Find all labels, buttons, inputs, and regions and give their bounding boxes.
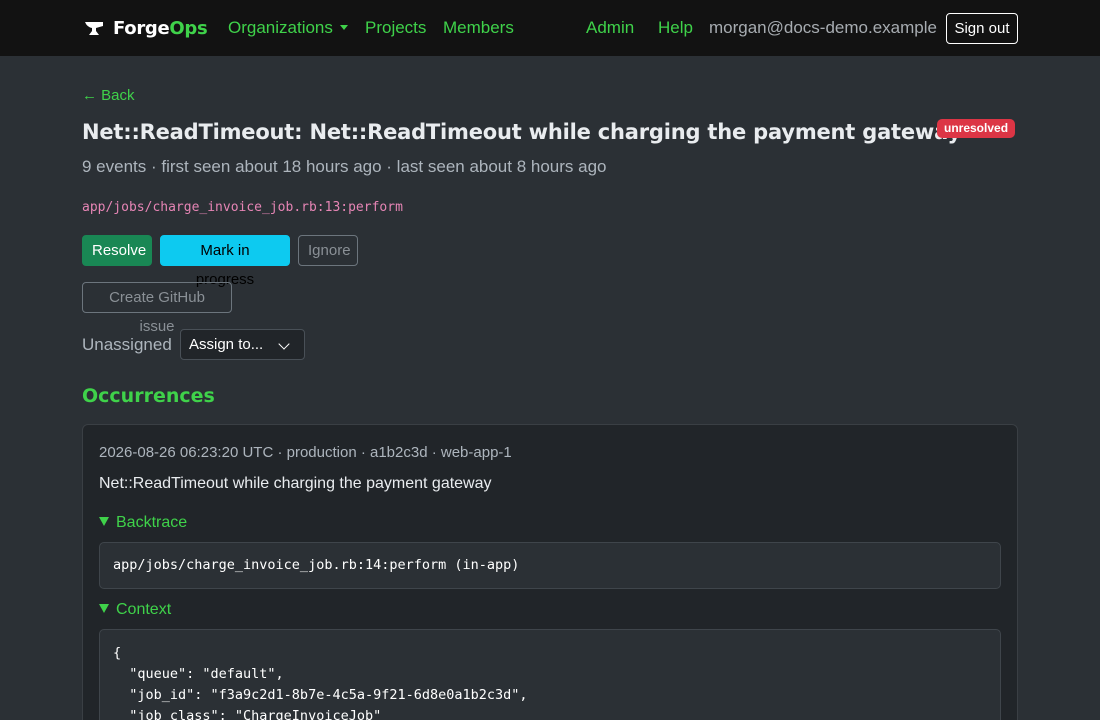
occurrence-message: Net::ReadTimeout while charging the paym…	[99, 475, 492, 492]
issue-meta: 9 events · first seen about 18 hours ago…	[82, 157, 607, 176]
disclosure-triangle-icon	[99, 604, 109, 613]
user-email: morgan@docs-demo.example	[709, 18, 937, 37]
nav-organizations-dropdown[interactable]: Organizations	[228, 18, 348, 38]
occurrences-heading: Occurrences	[82, 385, 215, 407]
nav-organizations-label: Organizations	[228, 18, 333, 37]
issue-location: app/jobs/charge_invoice_job.rb:13:perfor…	[82, 200, 403, 215]
sign-out-button[interactable]: Sign out	[946, 13, 1018, 44]
assign-select[interactable]: Assign to...	[180, 329, 305, 360]
disclosure-triangle-icon	[99, 517, 109, 526]
backtrace-block: app/jobs/charge_invoice_job.rb:14:perfor…	[99, 542, 1001, 589]
assign-select-value: Assign to...	[189, 336, 264, 353]
context-line: {	[113, 645, 122, 661]
context-toggle[interactable]: Context	[99, 600, 171, 620]
brand-name-accent: Ops	[169, 17, 208, 39]
nav-help[interactable]: Help	[658, 18, 693, 38]
nav-members[interactable]: Members	[443, 18, 514, 38]
nav-projects[interactable]: Projects	[365, 18, 426, 38]
brand-name-main: Forge	[113, 17, 170, 39]
occurrence-card: 2026-08-26 06:23:20 UTC · production · a…	[82, 424, 1018, 720]
back-link[interactable]: ← Back	[82, 87, 135, 105]
nav-admin[interactable]: Admin	[586, 18, 634, 38]
issue-title: Net::ReadTimeout: Net::ReadTimeout while…	[82, 120, 961, 144]
backtrace-label: Backtrace	[116, 514, 188, 531]
brand-logo[interactable]: ForgeOps	[84, 16, 208, 40]
top-navbar: ForgeOps Organizations Projects Members …	[0, 0, 1100, 56]
mark-in-progress-button[interactable]: Mark in progress	[160, 235, 290, 288]
backtrace-toggle[interactable]: Backtrace	[99, 513, 187, 533]
context-label: Context	[116, 601, 172, 618]
assignee-status: Unassigned	[82, 335, 172, 354]
anvil-icon	[85, 22, 103, 35]
occurrence-meta: 2026-08-26 06:23:20 UTC · production · a…	[99, 444, 512, 461]
caret-down-icon	[339, 25, 348, 30]
chevron-down-icon	[278, 338, 290, 350]
context-block: { "queue": "default", "job_id": "f3a9c2d…	[99, 629, 1001, 720]
context-line: "queue": "default",	[113, 666, 284, 682]
brand-name: ForgeOps	[113, 17, 208, 39]
context-line: "job_id": "f3a9c2d1-8b7e-4c5a-9f21-6d8e0…	[113, 687, 528, 703]
context-line: "job_class": "ChargeInvoiceJob"	[113, 708, 382, 720]
ignore-button[interactable]: Ignore	[298, 235, 358, 266]
create-github-issue-button[interactable]: Create GitHub issue	[82, 282, 232, 335]
resolve-button[interactable]: Resolve	[82, 235, 152, 266]
status-badge: unresolved	[937, 119, 1016, 138]
